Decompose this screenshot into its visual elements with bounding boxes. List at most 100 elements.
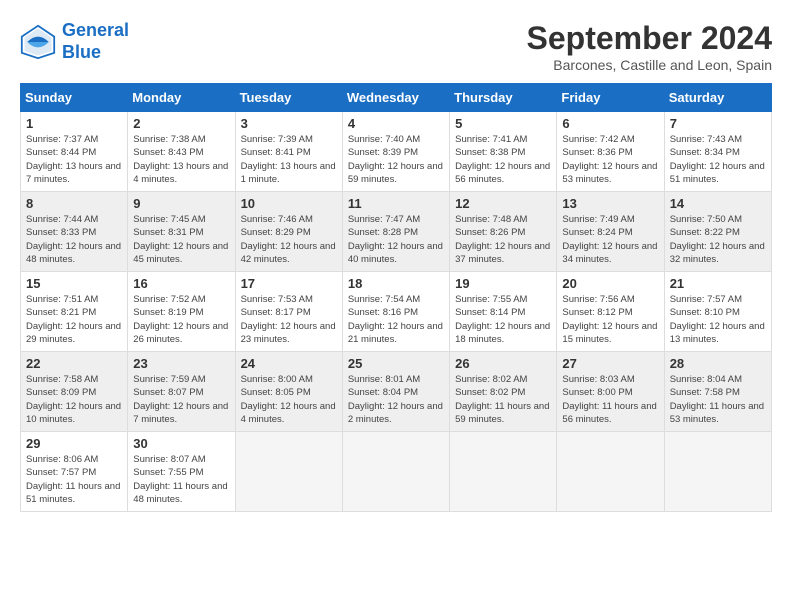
- calendar-cell: 2 Sunrise: 7:38 AM Sunset: 8:43 PM Dayli…: [128, 112, 235, 192]
- calendar-cell: 11 Sunrise: 7:47 AM Sunset: 8:28 PM Dayl…: [342, 192, 449, 272]
- day-info: Sunrise: 7:50 AM Sunset: 8:22 PM Dayligh…: [670, 213, 766, 266]
- calendar-cell: 10 Sunrise: 7:46 AM Sunset: 8:29 PM Dayl…: [235, 192, 342, 272]
- day-info: Sunrise: 7:59 AM Sunset: 8:07 PM Dayligh…: [133, 373, 229, 426]
- calendar-cell: 18 Sunrise: 7:54 AM Sunset: 8:16 PM Dayl…: [342, 272, 449, 352]
- calendar-cell: 4 Sunrise: 7:40 AM Sunset: 8:39 PM Dayli…: [342, 112, 449, 192]
- calendar-cell: 22 Sunrise: 7:58 AM Sunset: 8:09 PM Dayl…: [21, 352, 128, 432]
- calendar-cell: 27 Sunrise: 8:03 AM Sunset: 8:00 PM Dayl…: [557, 352, 664, 432]
- day-number: 16: [133, 276, 229, 291]
- calendar-cell: 17 Sunrise: 7:53 AM Sunset: 8:17 PM Dayl…: [235, 272, 342, 352]
- calendar-cell: [235, 432, 342, 512]
- month-title: September 2024: [527, 20, 772, 57]
- col-monday: Monday: [128, 84, 235, 112]
- calendar-cell: 14 Sunrise: 7:50 AM Sunset: 8:22 PM Dayl…: [664, 192, 771, 272]
- calendar-cell: 20 Sunrise: 7:56 AM Sunset: 8:12 PM Dayl…: [557, 272, 664, 352]
- day-number: 23: [133, 356, 229, 371]
- week-row: 15 Sunrise: 7:51 AM Sunset: 8:21 PM Dayl…: [21, 272, 772, 352]
- day-number: 30: [133, 436, 229, 451]
- day-number: 1: [26, 116, 122, 131]
- calendar-cell: 29 Sunrise: 8:06 AM Sunset: 7:57 PM Dayl…: [21, 432, 128, 512]
- day-info: Sunrise: 7:44 AM Sunset: 8:33 PM Dayligh…: [26, 213, 122, 266]
- day-info: Sunrise: 8:04 AM Sunset: 7:58 PM Dayligh…: [670, 373, 766, 426]
- day-number: 26: [455, 356, 551, 371]
- week-row: 22 Sunrise: 7:58 AM Sunset: 8:09 PM Dayl…: [21, 352, 772, 432]
- day-info: Sunrise: 7:48 AM Sunset: 8:26 PM Dayligh…: [455, 213, 551, 266]
- day-number: 6: [562, 116, 658, 131]
- calendar-cell: 24 Sunrise: 8:00 AM Sunset: 8:05 PM Dayl…: [235, 352, 342, 432]
- calendar-table: Sunday Monday Tuesday Wednesday Thursday…: [20, 83, 772, 512]
- day-info: Sunrise: 7:43 AM Sunset: 8:34 PM Dayligh…: [670, 133, 766, 186]
- calendar-cell: 13 Sunrise: 7:49 AM Sunset: 8:24 PM Dayl…: [557, 192, 664, 272]
- day-number: 10: [241, 196, 337, 211]
- calendar-cell: 7 Sunrise: 7:43 AM Sunset: 8:34 PM Dayli…: [664, 112, 771, 192]
- title-block: September 2024 Barcones, Castille and Le…: [527, 20, 772, 73]
- week-row: 8 Sunrise: 7:44 AM Sunset: 8:33 PM Dayli…: [21, 192, 772, 272]
- logo-text: General Blue: [62, 20, 129, 63]
- day-number: 13: [562, 196, 658, 211]
- calendar-cell: 8 Sunrise: 7:44 AM Sunset: 8:33 PM Dayli…: [21, 192, 128, 272]
- day-info: Sunrise: 7:51 AM Sunset: 8:21 PM Dayligh…: [26, 293, 122, 346]
- day-info: Sunrise: 7:42 AM Sunset: 8:36 PM Dayligh…: [562, 133, 658, 186]
- day-info: Sunrise: 7:55 AM Sunset: 8:14 PM Dayligh…: [455, 293, 551, 346]
- day-info: Sunrise: 7:49 AM Sunset: 8:24 PM Dayligh…: [562, 213, 658, 266]
- day-info: Sunrise: 7:58 AM Sunset: 8:09 PM Dayligh…: [26, 373, 122, 426]
- day-info: Sunrise: 7:47 AM Sunset: 8:28 PM Dayligh…: [348, 213, 444, 266]
- day-number: 24: [241, 356, 337, 371]
- day-number: 7: [670, 116, 766, 131]
- day-number: 15: [26, 276, 122, 291]
- day-number: 3: [241, 116, 337, 131]
- calendar-cell: 16 Sunrise: 7:52 AM Sunset: 8:19 PM Dayl…: [128, 272, 235, 352]
- calendar-cell: 30 Sunrise: 8:07 AM Sunset: 7:55 PM Dayl…: [128, 432, 235, 512]
- calendar-cell: 26 Sunrise: 8:02 AM Sunset: 8:02 PM Dayl…: [450, 352, 557, 432]
- day-number: 18: [348, 276, 444, 291]
- location-subtitle: Barcones, Castille and Leon, Spain: [527, 57, 772, 73]
- day-info: Sunrise: 8:07 AM Sunset: 7:55 PM Dayligh…: [133, 453, 229, 506]
- day-info: Sunrise: 7:38 AM Sunset: 8:43 PM Dayligh…: [133, 133, 229, 186]
- page-header: General Blue September 2024 Barcones, Ca…: [20, 20, 772, 73]
- day-number: 11: [348, 196, 444, 211]
- week-row: 29 Sunrise: 8:06 AM Sunset: 7:57 PM Dayl…: [21, 432, 772, 512]
- calendar-cell: 21 Sunrise: 7:57 AM Sunset: 8:10 PM Dayl…: [664, 272, 771, 352]
- calendar-cell: 9 Sunrise: 7:45 AM Sunset: 8:31 PM Dayli…: [128, 192, 235, 272]
- day-number: 14: [670, 196, 766, 211]
- day-info: Sunrise: 7:45 AM Sunset: 8:31 PM Dayligh…: [133, 213, 229, 266]
- logo-blue: Blue: [62, 42, 101, 62]
- day-info: Sunrise: 7:56 AM Sunset: 8:12 PM Dayligh…: [562, 293, 658, 346]
- calendar-cell: [664, 432, 771, 512]
- day-info: Sunrise: 8:06 AM Sunset: 7:57 PM Dayligh…: [26, 453, 122, 506]
- logo: General Blue: [20, 20, 129, 63]
- logo-icon: [20, 24, 56, 60]
- calendar-cell: [450, 432, 557, 512]
- day-info: Sunrise: 7:41 AM Sunset: 8:38 PM Dayligh…: [455, 133, 551, 186]
- logo-general: General: [62, 20, 129, 40]
- day-number: 29: [26, 436, 122, 451]
- day-info: Sunrise: 8:01 AM Sunset: 8:04 PM Dayligh…: [348, 373, 444, 426]
- col-sunday: Sunday: [21, 84, 128, 112]
- col-thursday: Thursday: [450, 84, 557, 112]
- col-friday: Friday: [557, 84, 664, 112]
- calendar-cell: [342, 432, 449, 512]
- col-saturday: Saturday: [664, 84, 771, 112]
- day-info: Sunrise: 8:00 AM Sunset: 8:05 PM Dayligh…: [241, 373, 337, 426]
- day-number: 9: [133, 196, 229, 211]
- day-number: 12: [455, 196, 551, 211]
- day-number: 17: [241, 276, 337, 291]
- day-info: Sunrise: 7:37 AM Sunset: 8:44 PM Dayligh…: [26, 133, 122, 186]
- day-number: 25: [348, 356, 444, 371]
- calendar-cell: 25 Sunrise: 8:01 AM Sunset: 8:04 PM Dayl…: [342, 352, 449, 432]
- calendar-cell: [557, 432, 664, 512]
- col-tuesday: Tuesday: [235, 84, 342, 112]
- day-number: 20: [562, 276, 658, 291]
- calendar-cell: 15 Sunrise: 7:51 AM Sunset: 8:21 PM Dayl…: [21, 272, 128, 352]
- day-number: 5: [455, 116, 551, 131]
- calendar-cell: 3 Sunrise: 7:39 AM Sunset: 8:41 PM Dayli…: [235, 112, 342, 192]
- day-info: Sunrise: 8:02 AM Sunset: 8:02 PM Dayligh…: [455, 373, 551, 426]
- day-number: 19: [455, 276, 551, 291]
- day-number: 4: [348, 116, 444, 131]
- day-info: Sunrise: 7:57 AM Sunset: 8:10 PM Dayligh…: [670, 293, 766, 346]
- calendar-cell: 5 Sunrise: 7:41 AM Sunset: 8:38 PM Dayli…: [450, 112, 557, 192]
- header-row: Sunday Monday Tuesday Wednesday Thursday…: [21, 84, 772, 112]
- day-number: 22: [26, 356, 122, 371]
- day-number: 27: [562, 356, 658, 371]
- calendar-cell: 23 Sunrise: 7:59 AM Sunset: 8:07 PM Dayl…: [128, 352, 235, 432]
